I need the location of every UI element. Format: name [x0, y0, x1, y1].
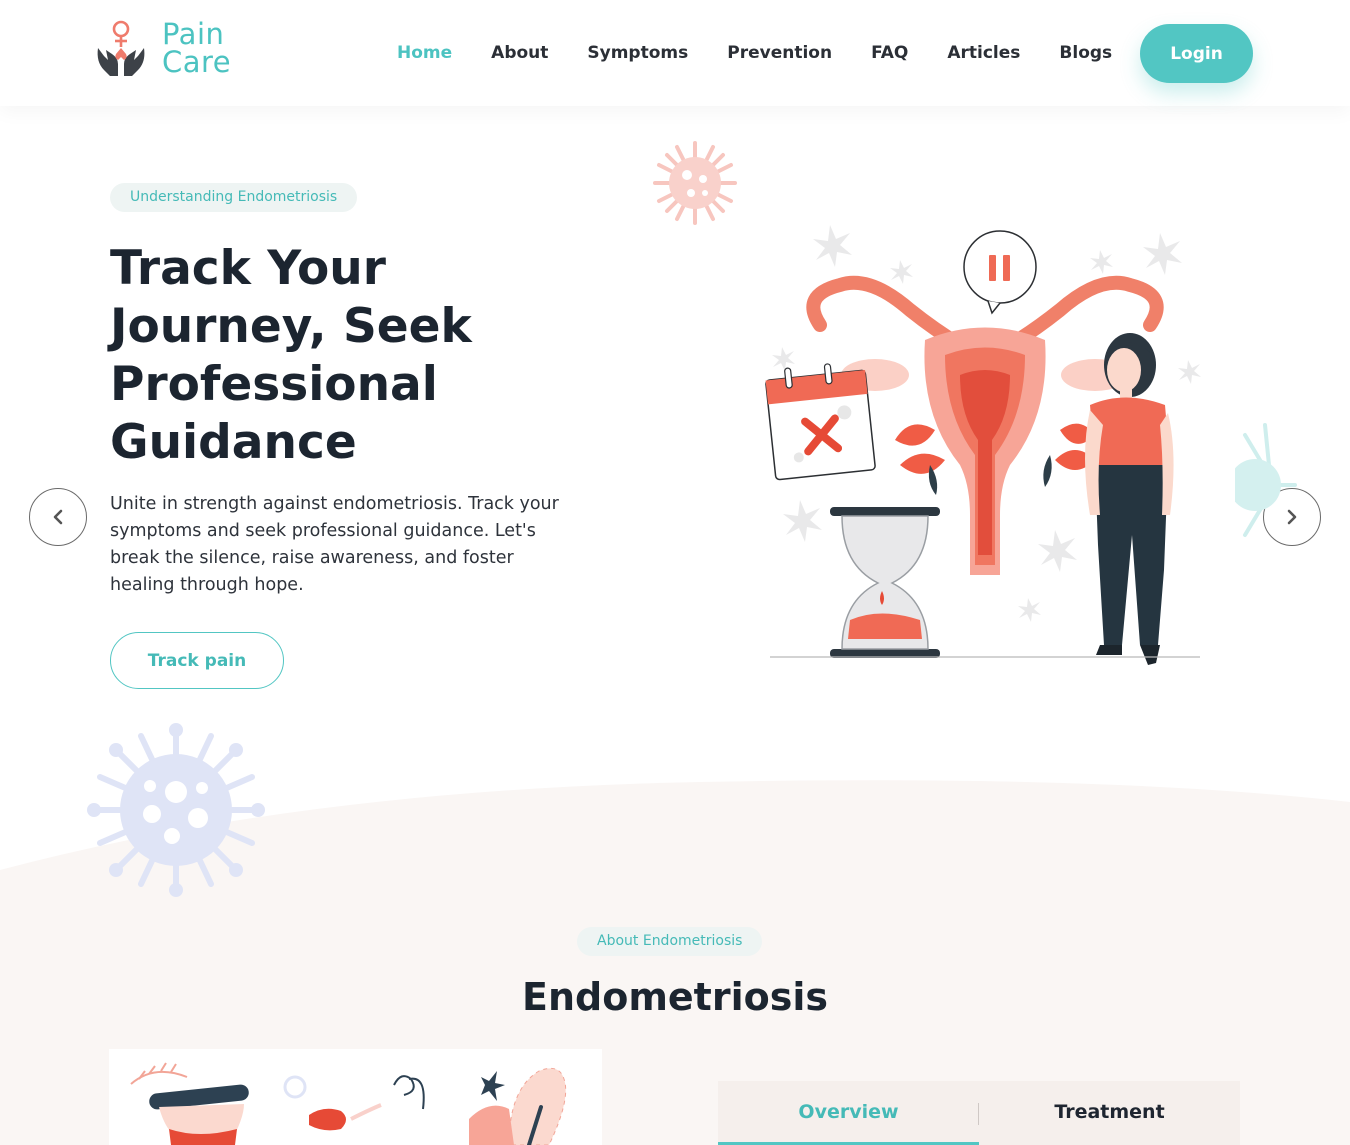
nav-faq[interactable]: FAQ — [871, 43, 908, 63]
virus-decoration-icon — [653, 141, 737, 225]
about-illustration — [109, 1049, 602, 1145]
site-header: Pain Care Home About Symptoms Prevention… — [0, 0, 1350, 106]
hero-title: Track Your Journey, Seek Professional Gu… — [110, 241, 472, 470]
brand-name-line1: Pain — [162, 17, 225, 51]
login-button[interactable]: Login — [1140, 24, 1253, 83]
chevron-left-icon — [53, 509, 63, 525]
about-eyebrow-badge: About Endometriosis — [577, 927, 763, 956]
track-pain-button[interactable]: Track pain — [110, 632, 284, 689]
tab-treatment[interactable]: Treatment — [979, 1081, 1240, 1145]
nav-home[interactable]: Home — [397, 43, 452, 63]
virus-decoration-icon — [87, 723, 265, 897]
tab-overview[interactable]: Overview — [718, 1081, 979, 1145]
brand-name: Pain Care — [162, 17, 232, 79]
hero-description: Unite in strength against endometriosis.… — [110, 494, 559, 595]
nav-prevention[interactable]: Prevention — [727, 43, 832, 63]
brand-logo[interactable]: Pain Care — [94, 18, 244, 84]
nav-about[interactable]: About — [491, 43, 548, 63]
hero-eyebrow-badge: Understanding Endometriosis — [110, 183, 358, 212]
carousel-prev-button[interactable] — [29, 488, 87, 546]
about-tabs: Overview Treatment — [718, 1081, 1240, 1145]
about-title: Endometriosis — [522, 975, 828, 1019]
hero-illustration — [765, 225, 1201, 665]
nav-blogs[interactable]: Blogs — [1059, 43, 1112, 63]
nav-symptoms[interactable]: Symptoms — [587, 43, 688, 63]
hands-female-symbol-icon — [97, 20, 145, 76]
nav-articles[interactable]: Articles — [947, 43, 1020, 63]
main-nav: Home About Symptoms Prevention FAQ Artic… — [397, 43, 1151, 63]
brand-name-line2: Care — [162, 45, 232, 79]
virus-decoration-icon — [1235, 423, 1297, 537]
